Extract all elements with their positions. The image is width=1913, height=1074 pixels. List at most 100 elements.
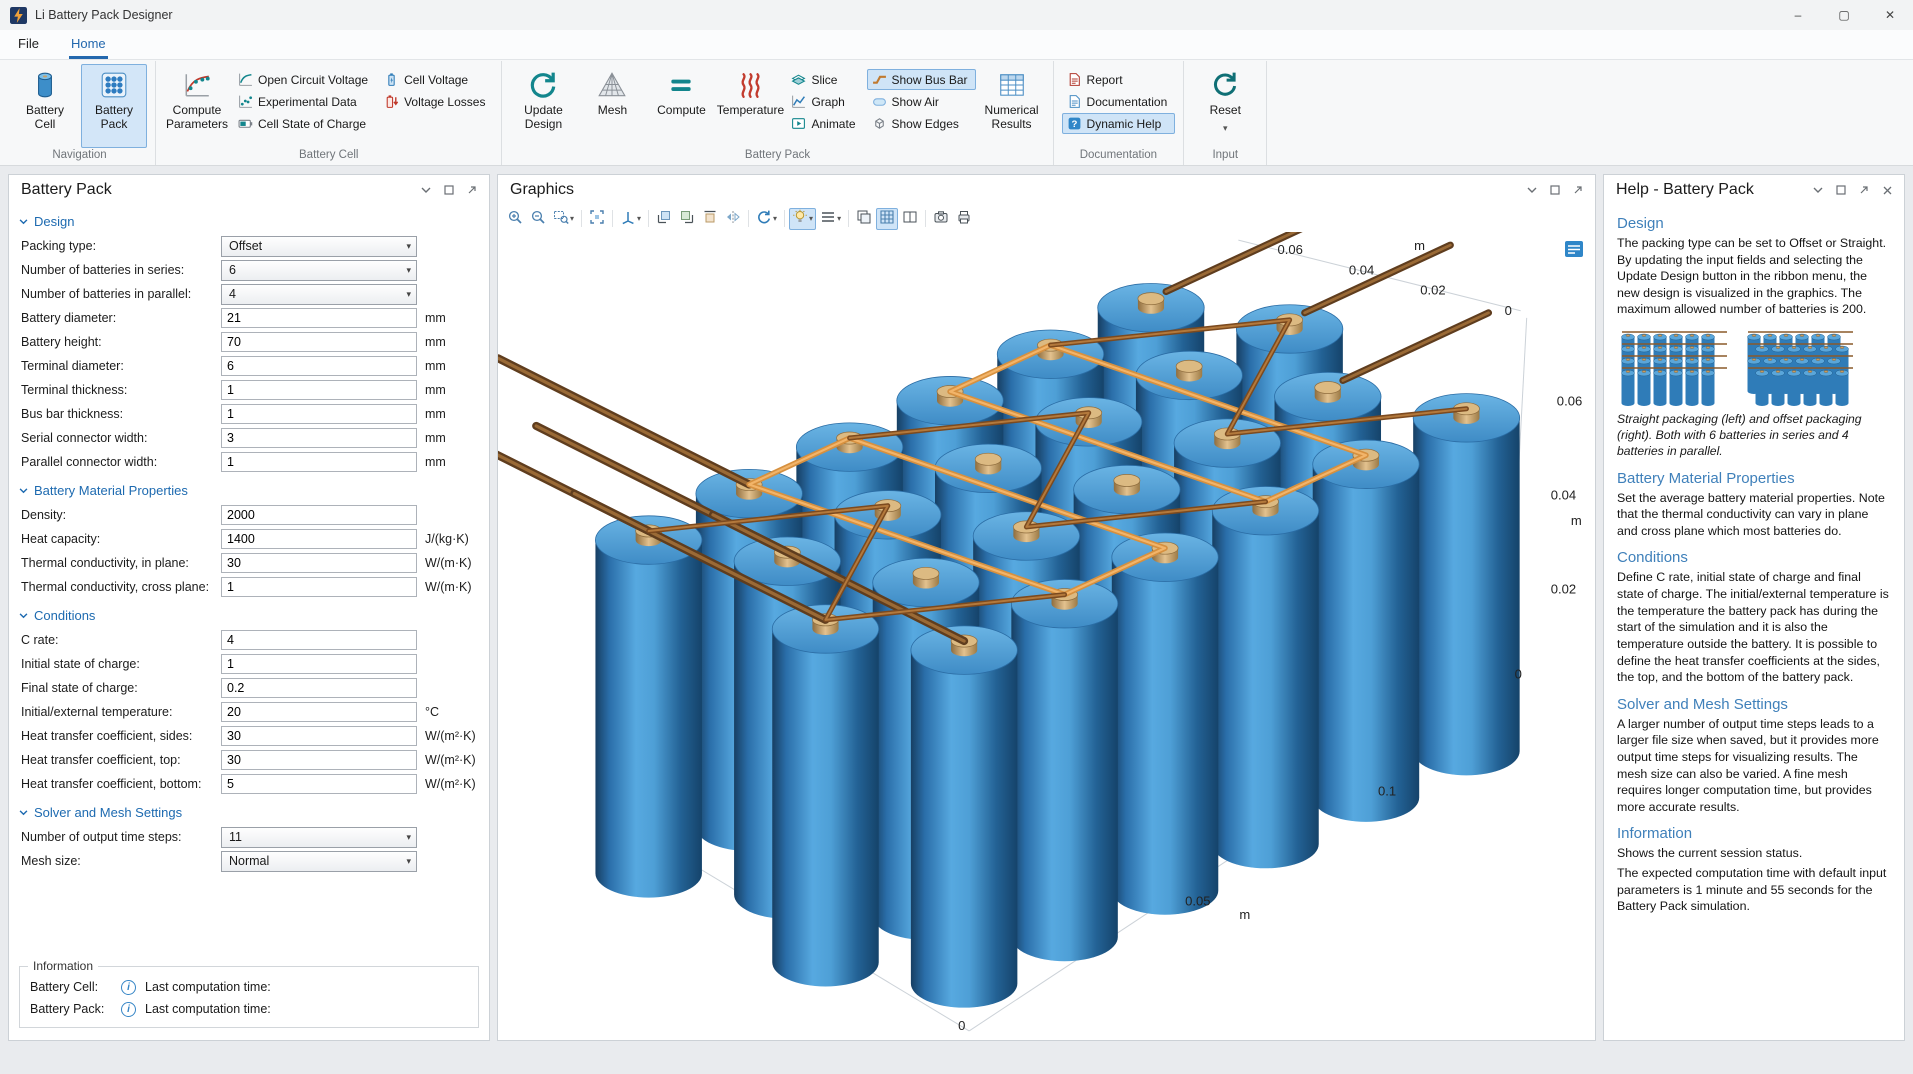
section-collapse-icon (19, 219, 28, 225)
form-row: Thermal conductivity, in plane:W/(m·K) (19, 551, 479, 575)
split-view-button[interactable] (899, 208, 921, 230)
view-yz-button[interactable] (676, 208, 698, 230)
zoom-in-button[interactable] (504, 208, 526, 230)
close-panel-icon[interactable] (1878, 182, 1896, 198)
select-mesh-size[interactable]: Normal▾ (221, 851, 417, 872)
float-panel-icon[interactable] (1832, 182, 1850, 198)
view-xy-button[interactable] (653, 208, 675, 230)
show-air-button[interactable]: Show Air (867, 91, 976, 112)
field-label: Serial connector width: (21, 431, 221, 445)
mesh-button[interactable]: Mesh (579, 64, 645, 148)
select-number-of-batteries-in-series[interactable]: 6▾ (221, 260, 417, 281)
app-icon (10, 7, 27, 24)
open-circuit-voltage-button[interactable]: Open Circuit Voltage (233, 69, 376, 90)
print-button[interactable] (953, 208, 975, 230)
panel-menu-icon[interactable] (417, 182, 435, 198)
input-initial-state-of-charge[interactable] (221, 654, 417, 674)
voltage-losses-button[interactable]: Voltage Losses (379, 91, 493, 112)
zoom-box-button[interactable]: ▾ (550, 208, 577, 230)
input-battery-height[interactable] (221, 332, 417, 352)
tab-file[interactable]: File (16, 30, 41, 59)
input-bus-bar-thickness[interactable] (221, 404, 417, 424)
tab-home[interactable]: Home (69, 30, 108, 59)
maximize-button[interactable]: ▢ (1821, 0, 1867, 30)
input-density[interactable] (221, 505, 417, 525)
temperature-button[interactable]: Temperature (717, 64, 783, 148)
show-bus-bar-button[interactable]: Show Bus Bar (867, 69, 976, 90)
show-edges-button[interactable]: Show Edges (867, 113, 976, 134)
select-packing-type[interactable]: Offset▾ (221, 236, 417, 257)
dynamic-help-button[interactable]: ? Dynamic Help (1062, 113, 1176, 134)
select-number-of-output-time-steps[interactable]: 11▾ (221, 827, 417, 848)
battery-cell-button[interactable]: Battery Cell (12, 64, 78, 148)
input-final-state-of-charge[interactable] (221, 678, 417, 698)
dock-panel-icon[interactable] (1855, 182, 1873, 198)
view-options-button[interactable]: ▾ (817, 208, 844, 230)
input-battery-diameter[interactable] (221, 308, 417, 328)
plot-settings-button[interactable] (1563, 239, 1585, 259)
graph-button[interactable]: Graph (786, 91, 863, 112)
experimental-data-button[interactable]: Experimental Data (233, 91, 376, 112)
input-terminal-diameter[interactable] (221, 356, 417, 376)
scene-light-button[interactable]: ▾ (789, 208, 816, 230)
zoom-in-icon (507, 209, 523, 228)
input-heat-transfer-coefficient-sides[interactable] (221, 726, 417, 746)
zoom-extents-button[interactable] (586, 208, 608, 230)
input-thermal-conductivity-in-plane[interactable] (221, 553, 417, 573)
info-label: Battery Cell: (30, 980, 112, 994)
panel-menu-icon[interactable] (1523, 182, 1541, 198)
input-initial-external-temperature[interactable] (221, 702, 417, 722)
field-label: Thermal conductivity, cross plane: (21, 580, 221, 594)
compute-parameters-button[interactable]: Compute Parameters (164, 64, 230, 148)
field-label: Thermal conductivity, in plane: (21, 556, 221, 570)
section-header-design[interactable]: Design (19, 214, 479, 229)
panel-menu-icon[interactable] (1809, 182, 1827, 198)
input-terminal-thickness[interactable] (221, 380, 417, 400)
update-design-button[interactable]: Update Design (510, 64, 576, 148)
section-header-battery-material-properties[interactable]: Battery Material Properties (19, 483, 479, 498)
input-heat-transfer-coefficient-bottom[interactable] (221, 774, 417, 794)
input-serial-connector-width[interactable] (221, 428, 417, 448)
select-number-of-batteries-in-parallel[interactable]: 4▾ (221, 284, 417, 305)
snapshot-button[interactable] (930, 208, 952, 230)
input-thermal-conductivity-cross-plane[interactable] (221, 577, 417, 597)
section-header-conditions[interactable]: Conditions (19, 608, 479, 623)
compute-button[interactable]: Compute (648, 64, 714, 148)
flip-view-button[interactable] (722, 208, 744, 230)
close-button[interactable]: ✕ (1867, 0, 1913, 30)
minimize-button[interactable]: – (1775, 0, 1821, 30)
experimental-data-icon (238, 94, 253, 109)
slice-button[interactable]: Slice (786, 69, 863, 90)
toolbar-separator (648, 210, 649, 227)
cell-voltage-button[interactable]: Cell Voltage (379, 69, 493, 90)
cell-state-of-charge-button[interactable]: Cell State of Charge (233, 113, 376, 134)
input-heat-capacity[interactable] (221, 529, 417, 549)
report-button[interactable]: Report (1062, 69, 1176, 90)
ribbon-group-label: Input (1188, 148, 1262, 165)
button-label: Documentation (1087, 95, 1168, 109)
go-to-default-view-button[interactable]: ▾ (617, 208, 644, 230)
input-c-rate[interactable] (221, 630, 417, 650)
documentation-button[interactable]: Documentation (1062, 91, 1176, 112)
input-heat-transfer-coefficient-top[interactable] (221, 750, 417, 770)
float-panel-icon[interactable] (440, 182, 458, 198)
show-grid-button[interactable] (876, 208, 898, 230)
numerical-results-button[interactable]: Numerical Results (979, 64, 1045, 148)
copy-image-button[interactable] (853, 208, 875, 230)
view-zx-button[interactable] (699, 208, 721, 230)
field-label: Final state of charge: (21, 681, 221, 695)
info-status: Last computation time: (145, 1002, 271, 1016)
dock-panel-icon[interactable] (463, 182, 481, 198)
float-panel-icon[interactable] (1546, 182, 1564, 198)
help-paragraph: A larger number of output time steps lea… (1617, 716, 1891, 816)
graphics-scene[interactable]: 0.060.040.020m0.060.04m0.0200.10.05m0 (498, 232, 1595, 1040)
rotate-view-button[interactable]: ▾ (753, 208, 780, 230)
input-parallel-connector-width[interactable] (221, 452, 417, 472)
animate-button[interactable]: Animate (786, 113, 863, 134)
reset-icon (1210, 70, 1240, 100)
reset-button[interactable]: Reset ▾ (1192, 64, 1258, 148)
zoom-out-button[interactable] (527, 208, 549, 230)
dock-panel-icon[interactable] (1569, 182, 1587, 198)
battery-pack-button[interactable]: Battery Pack (81, 64, 147, 148)
section-header-solver-and-mesh-settings[interactable]: Solver and Mesh Settings (19, 805, 479, 820)
